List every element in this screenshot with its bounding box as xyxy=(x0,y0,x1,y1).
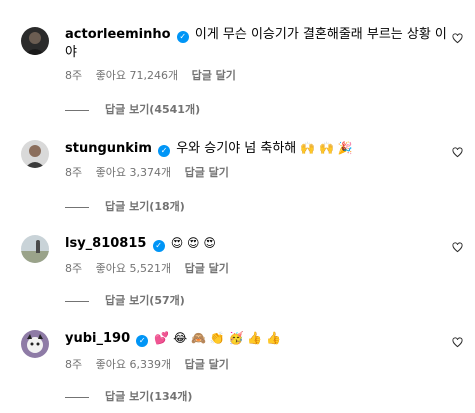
verified-badge-icon: ✓ xyxy=(152,240,165,252)
comment-emojis: 🙌 🙌 🎉 xyxy=(300,141,353,155)
username[interactable]: stungunkim xyxy=(65,141,152,156)
like-count[interactable]: 좋아요 71,246개 xyxy=(96,69,178,82)
avatar[interactable] xyxy=(21,330,49,358)
replies-divider xyxy=(65,206,89,208)
username[interactable]: yubi_190 xyxy=(65,331,130,346)
view-replies-button[interactable]: 답글 보기(4541개) xyxy=(65,103,200,117)
view-replies-button[interactable]: 답글 보기(134개) xyxy=(65,390,192,404)
view-replies-label: 답글 보기(18개) xyxy=(105,200,185,213)
reply-button[interactable]: 답글 달기 xyxy=(185,358,229,371)
reply-button[interactable]: 답글 달기 xyxy=(185,262,229,275)
comment-age: 8주 xyxy=(65,69,83,82)
like-count[interactable]: 좋아요 6,339개 xyxy=(96,358,171,371)
like-count[interactable]: 좋아요 3,374개 xyxy=(96,166,171,179)
comment-text: 우와 승기야 넘 축하해 xyxy=(176,141,297,156)
view-replies-label: 답글 보기(57개) xyxy=(105,294,185,307)
heart-outline-icon[interactable] xyxy=(452,337,463,348)
reply-button[interactable]: 답글 달기 xyxy=(192,69,236,82)
avatar[interactable] xyxy=(21,27,49,55)
verified-badge-icon: ✓ xyxy=(136,335,149,347)
avatar[interactable] xyxy=(21,140,49,168)
replies-divider xyxy=(65,300,89,302)
view-replies-button[interactable]: 답글 보기(57개) xyxy=(65,294,185,308)
comment-age: 8주 xyxy=(65,166,83,179)
comment-emojis: 😍 😍 😍 xyxy=(170,236,216,250)
comment-age: 8주 xyxy=(65,358,83,371)
verified-badge-icon: ✓ xyxy=(158,145,171,157)
avatar[interactable] xyxy=(21,235,49,263)
view-replies-label: 답글 보기(4541개) xyxy=(105,103,201,116)
verified-badge-icon: ✓ xyxy=(176,31,189,43)
comment-emojis: 💕 😂 🙈 👏 🥳 👍 👍 xyxy=(154,331,281,345)
heart-outline-icon[interactable] xyxy=(452,33,463,44)
view-replies-button[interactable]: 답글 보기(18개) xyxy=(65,200,185,214)
reply-button[interactable]: 답글 달기 xyxy=(185,166,229,179)
comment-age: 8주 xyxy=(65,262,83,275)
username[interactable]: lsy_810815 xyxy=(65,236,146,251)
view-replies-label: 답글 보기(134개) xyxy=(105,390,193,403)
heart-outline-icon[interactable] xyxy=(452,242,463,253)
replies-divider xyxy=(65,109,89,111)
like-count[interactable]: 좋아요 5,521개 xyxy=(96,262,171,275)
replies-divider xyxy=(65,396,89,398)
username[interactable]: actorleeminho xyxy=(65,27,171,42)
heart-outline-icon[interactable] xyxy=(452,147,463,158)
